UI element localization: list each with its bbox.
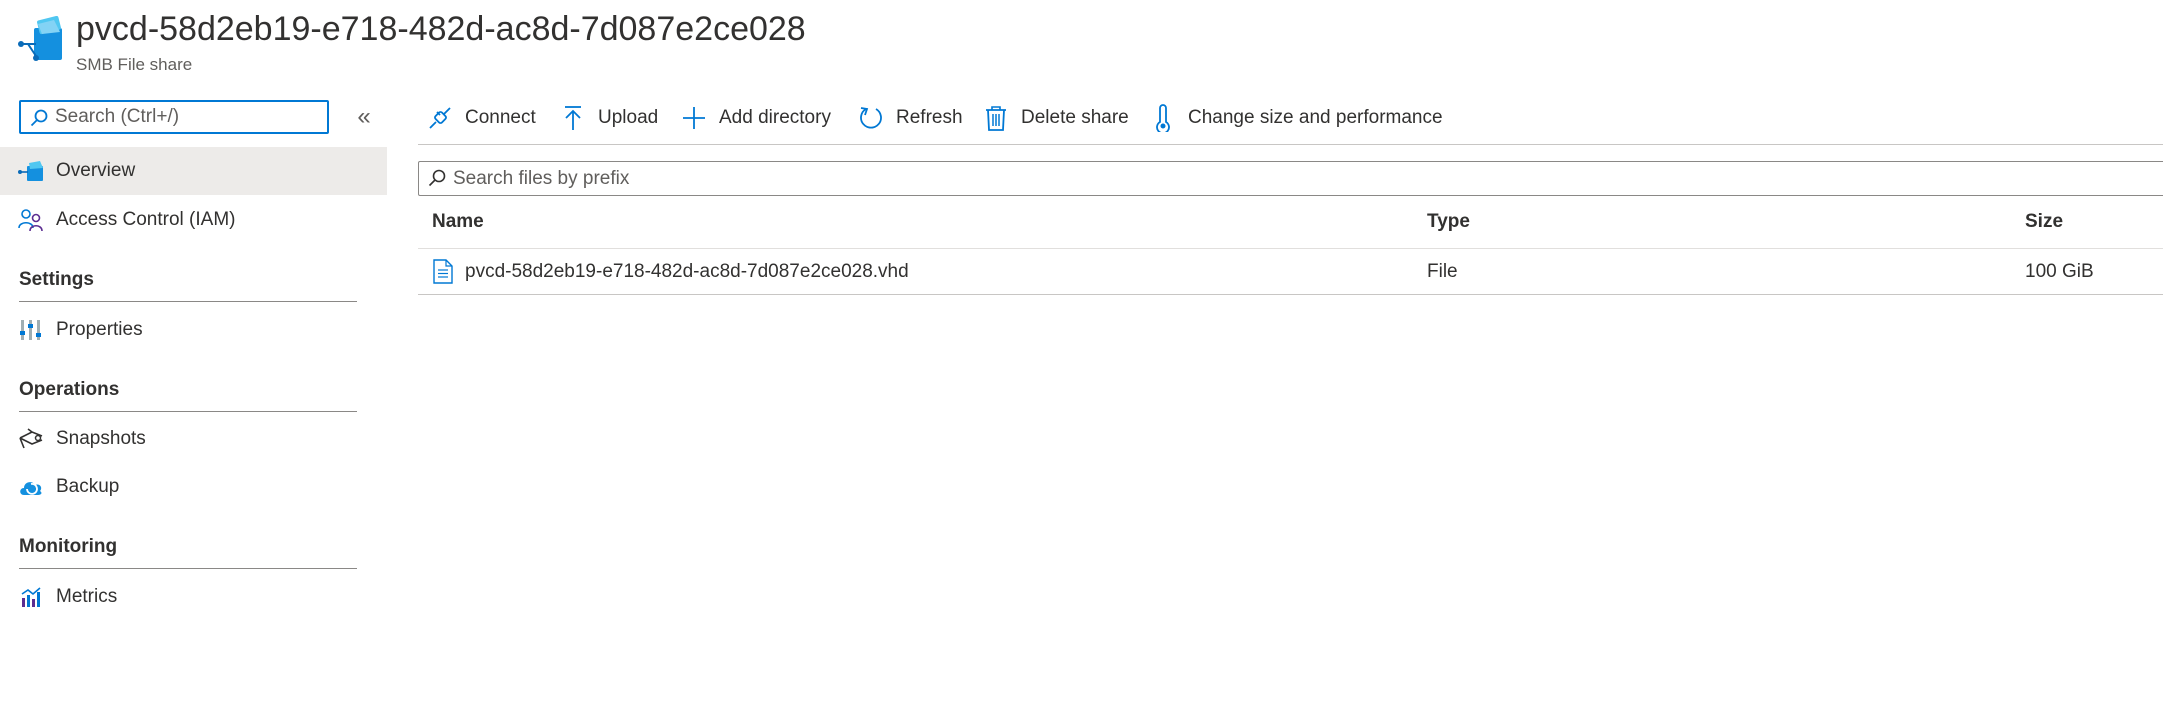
section-header-monitoring: Monitoring: [19, 529, 357, 569]
change-size-performance-button[interactable]: Change size and performance: [1150, 100, 1443, 136]
add-directory-label: Add directory: [719, 107, 831, 128]
trash-icon: [983, 105, 1009, 131]
sidebar-item-label: Access Control (IAM): [56, 209, 236, 230]
delete-share-button[interactable]: Delete share: [983, 100, 1129, 136]
change-size-performance-label: Change size and performance: [1188, 107, 1443, 128]
delete-share-label: Delete share: [1021, 107, 1129, 128]
backup-cloud-icon: [18, 474, 44, 500]
add-directory-button[interactable]: Add directory: [681, 100, 831, 136]
sidebar-item-access-control[interactable]: Access Control (IAM): [0, 196, 387, 244]
file-size-cell: 100 GiB: [2025, 261, 2094, 282]
page-subtitle: SMB File share: [76, 55, 193, 74]
sidebar-item-label: Overview: [56, 160, 136, 181]
column-header-name[interactable]: Name: [432, 208, 484, 236]
thermometer-icon: [1150, 104, 1176, 132]
section-header-settings: Settings: [19, 262, 357, 302]
upload-button[interactable]: Upload: [560, 100, 658, 136]
plus-icon: [681, 105, 707, 131]
metrics-icon: [18, 584, 44, 610]
upload-label: Upload: [598, 107, 659, 128]
sidebar-search-box[interactable]: [19, 100, 329, 134]
search-icon: [30, 109, 48, 127]
sidebar-search-input[interactable]: [55, 104, 315, 130]
file-share-icon: [18, 158, 44, 184]
page-title: pvcd-58d2eb19-e718-482d-ac8d-7d087e2ce02…: [76, 10, 806, 48]
people-icon: [18, 207, 44, 233]
refresh-button[interactable]: Refresh: [858, 100, 963, 136]
toolbar-divider: [418, 144, 2163, 145]
table-header-divider: [418, 248, 2163, 249]
search-icon: [428, 169, 446, 187]
file-type-cell: File: [1427, 261, 1458, 282]
connect-label: Connect: [465, 107, 536, 128]
collapse-sidebar-button[interactable]: «: [350, 104, 378, 132]
properties-icon: [18, 317, 44, 343]
file-name-link[interactable]: pvcd-58d2eb19-e718-482d-ac8d-7d087e2ce02…: [465, 258, 909, 286]
sidebar-item-backup[interactable]: Backup: [0, 463, 387, 511]
table-row-divider: [418, 294, 2163, 295]
column-header-size[interactable]: Size: [2025, 208, 2063, 236]
connect-plug-icon: [427, 105, 453, 131]
file-icon: [433, 259, 453, 284]
file-search-box[interactable]: [418, 161, 2163, 196]
connect-button[interactable]: Connect: [427, 100, 536, 136]
refresh-icon: [858, 105, 884, 131]
sidebar-item-metrics[interactable]: Metrics: [0, 573, 387, 621]
refresh-label: Refresh: [896, 107, 963, 128]
sidebar-item-label: Backup: [56, 476, 120, 497]
snapshot-icon: [18, 426, 44, 452]
file-share-icon: [18, 16, 64, 64]
sidebar-item-overview[interactable]: Overview: [0, 147, 387, 195]
file-search-input[interactable]: [453, 166, 1153, 192]
sidebar-item-label: Snapshots: [56, 428, 146, 449]
sidebar-item-properties[interactable]: Properties: [0, 306, 387, 354]
sidebar-item-snapshots[interactable]: Snapshots: [0, 415, 387, 463]
sidebar-item-label: Metrics: [56, 586, 118, 607]
column-header-type[interactable]: Type: [1427, 208, 1470, 236]
upload-icon: [560, 105, 586, 131]
section-header-operations: Operations: [19, 372, 357, 412]
sidebar-item-label: Properties: [56, 319, 143, 340]
